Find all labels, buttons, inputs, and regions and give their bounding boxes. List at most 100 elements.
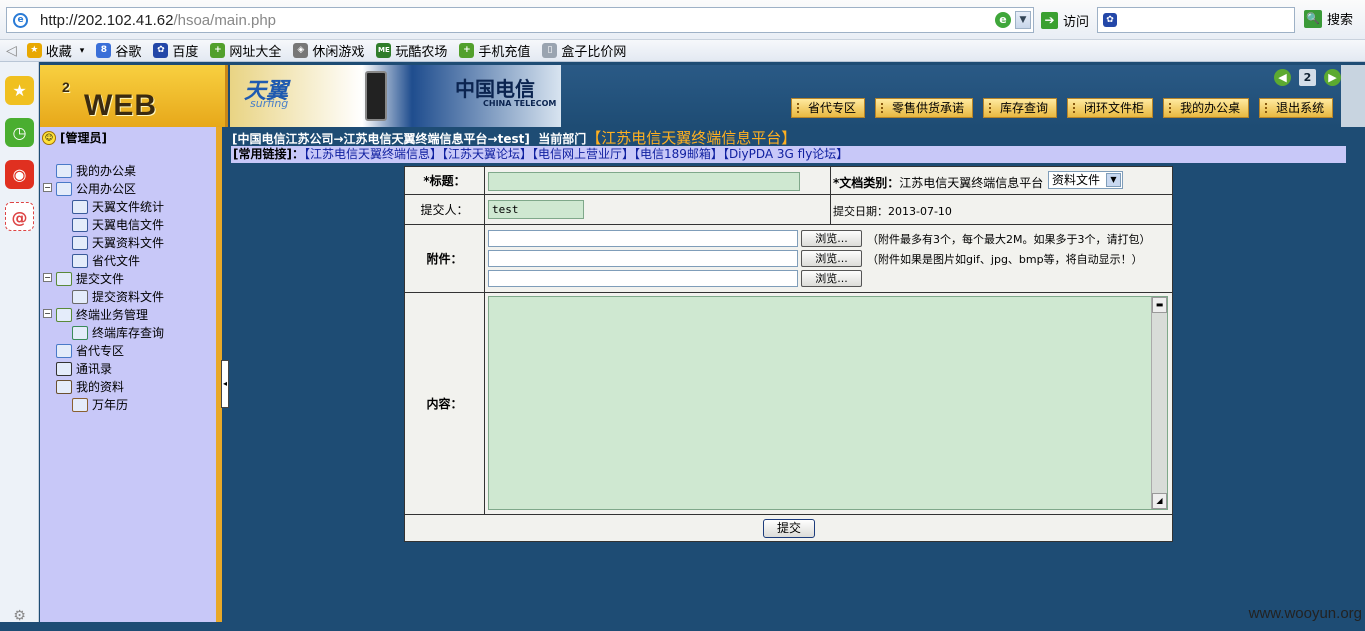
title-input[interactable]: [488, 172, 800, 191]
sidebar-item[interactable]: 终端库存查询: [72, 324, 164, 341]
sidebar-item[interactable]: 公用办公区: [56, 180, 136, 197]
refresh-icon[interactable]: 2: [1299, 69, 1316, 86]
resize-grip-icon[interactable]: ◢: [1152, 493, 1167, 509]
tree-node-icon: [72, 289, 88, 304]
doctype-select[interactable]: 资料文件 ▼: [1048, 171, 1123, 189]
search-button[interactable]: 🔍 搜索: [1304, 9, 1353, 28]
quick-link[interactable]: 【DiyPDA 3G fly论坛】: [723, 147, 848, 161]
submit-button[interactable]: 提交: [763, 519, 815, 538]
browser-logo-icon: e: [13, 13, 28, 28]
attachment-file-3[interactable]: [488, 270, 798, 287]
green-plus-icon: +: [210, 43, 226, 58]
favorite-item[interactable]: ME 玩酷农场: [376, 41, 447, 60]
breadcrumb: [中国电信江苏公司→江苏电信天翼终端信息平台→test] 当前部门【江苏电信天翼…: [232, 127, 796, 148]
sidebar-item[interactable]: 我的办公桌: [56, 162, 136, 179]
browse-button-2[interactable]: 浏览...: [801, 250, 862, 267]
tree-toggle-icon[interactable]: −: [43, 309, 52, 318]
sidebar-item[interactable]: 省代专区: [56, 342, 124, 359]
sidebar-item[interactable]: 天翼文件统计: [72, 198, 164, 215]
sidebar-toggle-icon[interactable]: ◁: [6, 43, 17, 59]
sidebar-item[interactable]: 终端业务管理: [56, 306, 148, 323]
favorite-item[interactable]: 8 谷歌: [96, 41, 141, 60]
sidebar-item[interactable]: 天翼电信文件: [72, 216, 164, 233]
browse-button-1[interactable]: 浏览...: [801, 230, 862, 247]
submitter-label: 提交人：: [405, 195, 485, 224]
favorite-item[interactable]: + 网址大全: [210, 41, 281, 60]
collapse-sidebar-button[interactable]: ◂: [221, 360, 229, 408]
dept-value: 【江苏电信天翼终端信息平台】: [586, 129, 797, 147]
sidebar-item[interactable]: 我的资料: [56, 378, 124, 395]
sidebar-item[interactable]: 天翼资料文件: [72, 234, 164, 251]
quick-link[interactable]: 【江苏天翼论坛】: [442, 147, 532, 161]
browser-side-toolbar: ★ ◷ ◉ @ ⚙: [0, 62, 39, 624]
baidu-paw-icon: ✿: [153, 43, 169, 58]
doctype-label: *文档类别：: [833, 176, 900, 190]
tree-toggle-icon[interactable]: −: [43, 273, 52, 282]
url-path: /hsoa/main.php: [173, 12, 277, 29]
favorite-item[interactable]: ◈ 休闲游戏: [293, 41, 364, 60]
tree-toggle-icon[interactable]: −: [43, 183, 52, 192]
back-arrow-icon[interactable]: ◀: [1274, 69, 1291, 86]
chevron-down-icon[interactable]: ▼: [1106, 173, 1121, 187]
search-label: 搜索: [1327, 13, 1354, 28]
top-menu-item[interactable]: 零售供货承诺: [875, 98, 974, 118]
top-menu-item[interactable]: 闭环文件柜: [1067, 98, 1154, 118]
favorite-item[interactable]: ▯ 盒子比价网: [542, 41, 626, 60]
favorite-label: 手机充值: [478, 45, 531, 60]
weibo-icon[interactable]: ◉: [5, 160, 34, 189]
sidebar-item[interactable]: 万年历: [72, 396, 128, 413]
tree-node-icon: [72, 217, 88, 232]
url-field[interactable]: e http://202.102.41.62/hsoa/main.php e ▼: [6, 7, 1034, 33]
top-menu-item[interactable]: 退出系统: [1259, 98, 1334, 118]
favorites-star-icon[interactable]: ★: [5, 76, 34, 105]
attachment-file-1[interactable]: [488, 230, 798, 247]
top-menu-item[interactable]: 我的办公桌: [1163, 98, 1250, 118]
content-scrollbar[interactable]: ▬ ◢: [1151, 297, 1167, 509]
google-icon: 8: [96, 43, 112, 58]
doctype-field: *文档类别：江苏电信天翼终端信息平台: [833, 174, 1043, 191]
sidebar-item-label: 天翼文件统计: [92, 200, 165, 214]
url-dropdown-button[interactable]: ▼: [1015, 11, 1031, 29]
history-clock-icon[interactable]: ◷: [5, 118, 34, 147]
favorite-item[interactable]: + 手机充值: [459, 41, 530, 60]
tree-node-icon: [56, 271, 72, 286]
sidebar-item[interactable]: 省代文件: [72, 252, 140, 269]
url-host: http://202.102.41.62: [40, 12, 174, 29]
top-menu-item[interactable]: 省代专区: [791, 98, 866, 118]
forward-arrow-icon[interactable]: ▶: [1324, 69, 1341, 86]
url-text[interactable]: http://202.102.41.62/hsoa/main.php: [40, 12, 276, 29]
favorite-item[interactable]: ★ 收藏 ▾: [26, 41, 85, 60]
submit-document-form: *标题： *文档类别：江苏电信天翼终端信息平台 资料文件 ▼ 提交人： test …: [404, 166, 1173, 542]
scroll-up-icon[interactable]: ▬: [1152, 297, 1167, 313]
content-label: 内容：: [405, 293, 485, 514]
quick-link[interactable]: 【江苏电信天翼终端信息】: [304, 147, 442, 161]
chevron-down-icon[interactable]: ▾: [80, 46, 85, 56]
tree-node-icon: [72, 325, 88, 340]
history-nav: ◀ 2 ▶: [1274, 69, 1341, 86]
quick-link[interactable]: 【电信189邮箱】: [634, 147, 723, 161]
search-input[interactable]: ✿: [1097, 7, 1295, 33]
tree-node-icon: [72, 235, 88, 250]
banner-telecom-en: CHINA TELECOM: [483, 99, 557, 108]
attachment-file-2[interactable]: [488, 250, 798, 267]
divider: [830, 167, 831, 194]
sidebar-item-label: 提交资料文件: [92, 290, 165, 304]
mail-icon[interactable]: @: [5, 202, 34, 231]
favorite-item[interactable]: ✿ 百度: [153, 41, 198, 60]
sidebar-item[interactable]: 提交资料文件: [72, 288, 164, 305]
sidebar-item-label: 终端库存查询: [92, 326, 165, 340]
page-icon: ▯: [542, 43, 558, 58]
content-textarea[interactable]: [488, 296, 1168, 510]
go-button[interactable]: ➔ 访问: [1041, 9, 1089, 31]
sidebar-item[interactable]: 通讯录: [56, 360, 112, 377]
top-menu: 省代专区 零售供货承诺 库存查询 闭环文件柜 我的办公桌 退出系统: [791, 98, 1334, 118]
sidebar-item[interactable]: 提交文件: [56, 270, 124, 287]
submitter-input[interactable]: test: [488, 200, 584, 219]
compat-mode-icon[interactable]: e: [995, 12, 1011, 28]
top-menu-item[interactable]: 库存查询: [983, 98, 1058, 118]
settings-gear-icon[interactable]: ⚙: [5, 602, 34, 631]
favorite-label: 休闲游戏: [312, 45, 365, 60]
browse-button-3[interactable]: 浏览...: [801, 270, 862, 287]
quick-link[interactable]: 【电信网上营业厅】: [532, 147, 634, 161]
doctype-text: 江苏电信天翼终端信息平台: [899, 176, 1044, 190]
